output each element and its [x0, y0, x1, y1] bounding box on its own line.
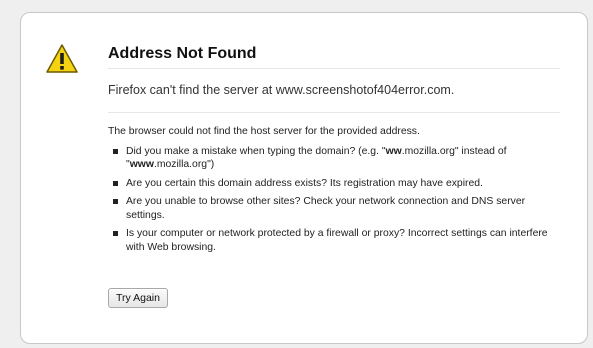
suggestion-text: Are you unable to browse other sites? Ch… — [126, 196, 526, 221]
suggestion-item: Did you make a mistake when typing the d… — [108, 145, 560, 172]
bullet-square-icon — [113, 231, 118, 236]
error-long-description: The browser could not find the host serv… — [108, 125, 560, 254]
suggestion-example-correct: www — [129, 159, 154, 170]
bullet-square-icon — [113, 148, 118, 154]
error-title: Address Not Found — [108, 44, 560, 69]
try-again-button[interactable]: Try Again — [108, 288, 168, 308]
suggestion-text-prefix: Did you make a mistake when typing the d… — [126, 145, 386, 157]
suggestion-item: Are you certain this domain address exis… — [108, 177, 560, 191]
bullet-square-icon — [113, 180, 118, 186]
warning-icon — [46, 44, 78, 73]
suggestion-list: Did you make a mistake when typing the d… — [108, 145, 560, 255]
suggestion-item: Are you unable to browse other sites? Ch… — [108, 195, 560, 222]
suggestion-text: Are you certain this domain address exis… — [126, 177, 483, 189]
suggestion-example-wrong: ww — [385, 145, 402, 157]
bullet-square-icon — [113, 199, 118, 204]
error-content: Address Not Found Firefox can't find the… — [108, 44, 560, 259]
suggestion-text-suffix: .mozilla.org") — [153, 159, 215, 170]
suggestion-item: Is your computer or network protected by… — [108, 227, 560, 254]
long-description-intro: The browser could not find the host serv… — [108, 126, 420, 137]
suggestion-text: Is your computer or network protected by… — [126, 228, 548, 253]
error-short-description: Firefox can't find the server at www.scr… — [108, 81, 560, 113]
